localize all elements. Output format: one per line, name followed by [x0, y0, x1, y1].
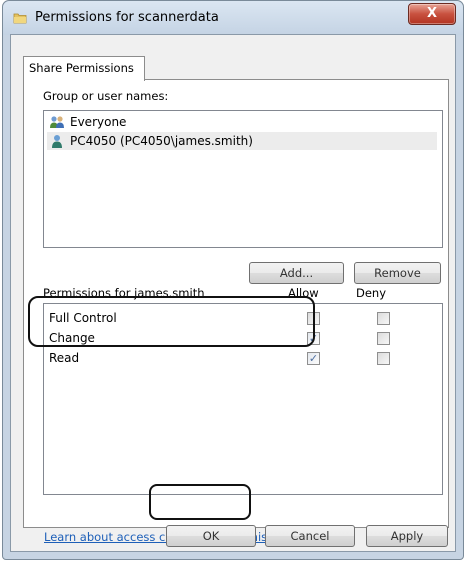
cancel-button[interactable]: Cancel — [265, 525, 355, 547]
permission-name: Read — [49, 351, 80, 365]
folder-icon — [13, 13, 27, 24]
group-user-names-label: Group or user names: — [43, 89, 169, 103]
change-read-highlight-box — [28, 296, 315, 347]
add-button[interactable]: Add... — [249, 262, 344, 284]
tab-share-permissions[interactable]: Share Permissions — [23, 56, 145, 81]
allow-read-checkbox[interactable]: ✓ — [307, 352, 320, 365]
user-icon — [52, 135, 62, 148]
list-item-everyone[interactable]: Everyone — [47, 113, 437, 131]
dialog-client-area: Share Permissions Group or user names: E… — [10, 34, 456, 552]
permission-row-read: Read ✓ — [44, 349, 440, 369]
deny-column-header: Deny — [356, 286, 387, 300]
list-item-james-smith[interactable]: PC4050 (PC4050\james.smith) — [47, 132, 437, 150]
ok-button[interactable]: OK — [166, 525, 256, 547]
title-bar[interactable]: Permissions for scannerdata X — [3, 1, 463, 35]
ok-button-highlight — [149, 484, 251, 520]
deny-full-control-checkbox[interactable] — [377, 312, 390, 325]
window-title: Permissions for scannerdata — [35, 10, 219, 25]
deny-change-checkbox[interactable] — [377, 332, 390, 345]
permissions-dialog: Permissions for scannerdata X Share Perm… — [2, 0, 464, 560]
deny-read-checkbox[interactable] — [377, 352, 390, 365]
remove-button[interactable]: Remove — [354, 262, 441, 284]
group-users-icon — [50, 116, 64, 128]
apply-button[interactable]: Apply — [366, 525, 448, 547]
user-name: Everyone — [70, 115, 127, 129]
user-name: PC4050 (PC4050\james.smith) — [70, 134, 253, 148]
close-button[interactable]: X — [408, 3, 456, 25]
user-list[interactable]: Everyone PC4050 (PC4050\james.smith) — [43, 110, 443, 248]
